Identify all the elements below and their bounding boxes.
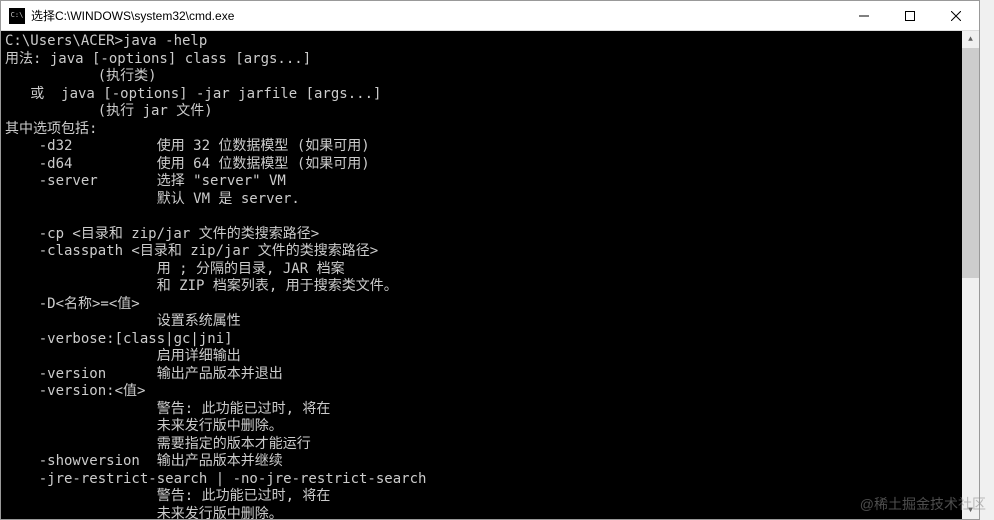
vertical-scrollbar[interactable]: ▲ ▼ (962, 31, 979, 519)
terminal-output[interactable]: C:\Users\ACER>java -help 用法: java [-opti… (1, 31, 962, 519)
scroll-down-button[interactable]: ▼ (962, 502, 979, 519)
maximize-button[interactable] (887, 1, 933, 30)
scroll-up-button[interactable]: ▲ (962, 31, 979, 48)
terminal-area: C:\Users\ACER>java -help 用法: java [-opti… (1, 31, 979, 519)
cmd-window: 选择C:\WINDOWS\system32\cmd.exe C:\Users\A… (0, 0, 980, 520)
window-title: 选择C:\WINDOWS\system32\cmd.exe (31, 7, 841, 24)
window-controls (841, 1, 979, 30)
minimize-button[interactable] (841, 1, 887, 30)
close-button[interactable] (933, 1, 979, 30)
cmd-icon (9, 8, 25, 24)
scroll-thumb[interactable] (962, 48, 979, 278)
titlebar[interactable]: 选择C:\WINDOWS\system32\cmd.exe (1, 1, 979, 31)
